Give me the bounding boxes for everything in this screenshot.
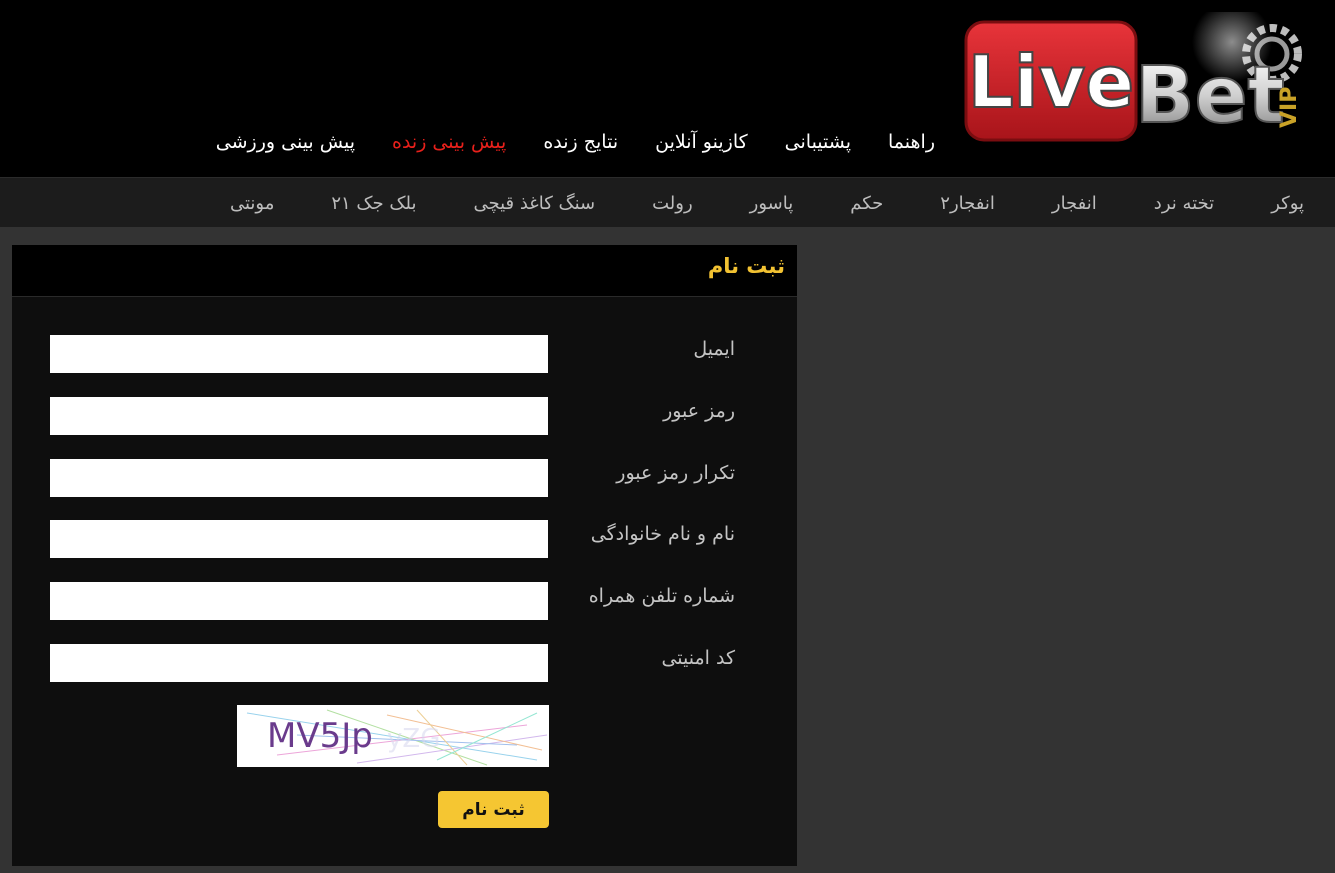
nav-sports-prediction[interactable]: پیش بینی ورزشی [216, 126, 355, 158]
security-code-label: کد امنیتی [661, 647, 735, 669]
game-backgammon[interactable]: تخته نرد [1154, 193, 1214, 214]
nav-live-results[interactable]: نتایج زنده [543, 126, 618, 158]
nav-help[interactable]: راهنما [888, 126, 935, 158]
game-roulette[interactable]: رولت [652, 193, 693, 214]
mobile-label: شماره تلفن همراه [588, 585, 735, 607]
svg-text:yZG: yZG [387, 724, 440, 754]
security-code-input[interactable] [50, 644, 548, 682]
register-panel-header: ثبت نام [12, 245, 797, 297]
game-crash[interactable]: انفجار [1052, 193, 1097, 214]
register-panel: ثبت نام ایمیل رمز عبور تکرار رمز عبور نا… [12, 245, 797, 866]
mobile-input[interactable] [50, 582, 548, 620]
password-repeat-row: تکرار رمز عبور [12, 459, 797, 497]
game-blackjack[interactable]: بلک جک ۲۱ [331, 193, 416, 214]
game-crash2[interactable]: انفجار۲ [940, 193, 995, 214]
game-poker[interactable]: پوکر [1271, 193, 1304, 214]
nav-online-casino[interactable]: کازینو آنلاین [655, 126, 748, 158]
nav-live-prediction[interactable]: پیش بینی زنده [392, 126, 506, 158]
mobile-row: شماره تلفن همراه [12, 582, 797, 620]
game-monty[interactable]: مونتی [230, 193, 274, 214]
password-repeat-label: تکرار رمز عبور [616, 462, 735, 484]
site-header: Live Bet VIP پیش بینی ورزشی پیش بینی زند… [0, 0, 1335, 177]
password-label: رمز عبور [663, 400, 735, 422]
fullname-row: نام و نام خانوادگی [12, 520, 797, 558]
email-row: ایمیل [12, 335, 797, 373]
captcha-text: MV5Jp [267, 716, 373, 756]
games-nav: پوکر تخته نرد انفجار انفجار۲ حکم پاسور ر… [0, 177, 1335, 227]
main-nav: پیش بینی ورزشی پیش بینی زنده نتایج زنده … [179, 126, 935, 158]
captcha-image: yZG MV5Jp [237, 705, 549, 767]
game-rock-paper-scissors[interactable]: سنگ کاغذ قیچی [473, 193, 595, 214]
password-row: رمز عبور [12, 397, 797, 435]
fullname-label: نام و نام خانوادگی [590, 523, 735, 545]
nav-support[interactable]: پشتیبانی [785, 126, 851, 158]
livebet-logo[interactable]: Live Bet VIP [962, 12, 1314, 147]
logo-vip-text: VIP [1277, 87, 1302, 128]
logo-live-text: Live [968, 40, 1134, 124]
password-repeat-input[interactable] [50, 459, 548, 497]
register-title: ثبت نام [707, 254, 785, 278]
password-input[interactable] [50, 397, 548, 435]
register-submit-button[interactable]: ثبت نام [438, 791, 549, 828]
games-nav-items: پوکر تخته نرد انفجار انفجار۲ حکم پاسور ر… [230, 178, 1304, 228]
game-pasur[interactable]: پاسور [750, 193, 794, 214]
game-hokm[interactable]: حکم [850, 193, 883, 214]
email-input[interactable] [50, 335, 548, 373]
logo-bet-text: Bet [1135, 51, 1285, 141]
fullname-input[interactable] [50, 520, 548, 558]
email-label: ایمیل [693, 338, 735, 360]
security-code-row: کد امنیتی [12, 644, 797, 682]
